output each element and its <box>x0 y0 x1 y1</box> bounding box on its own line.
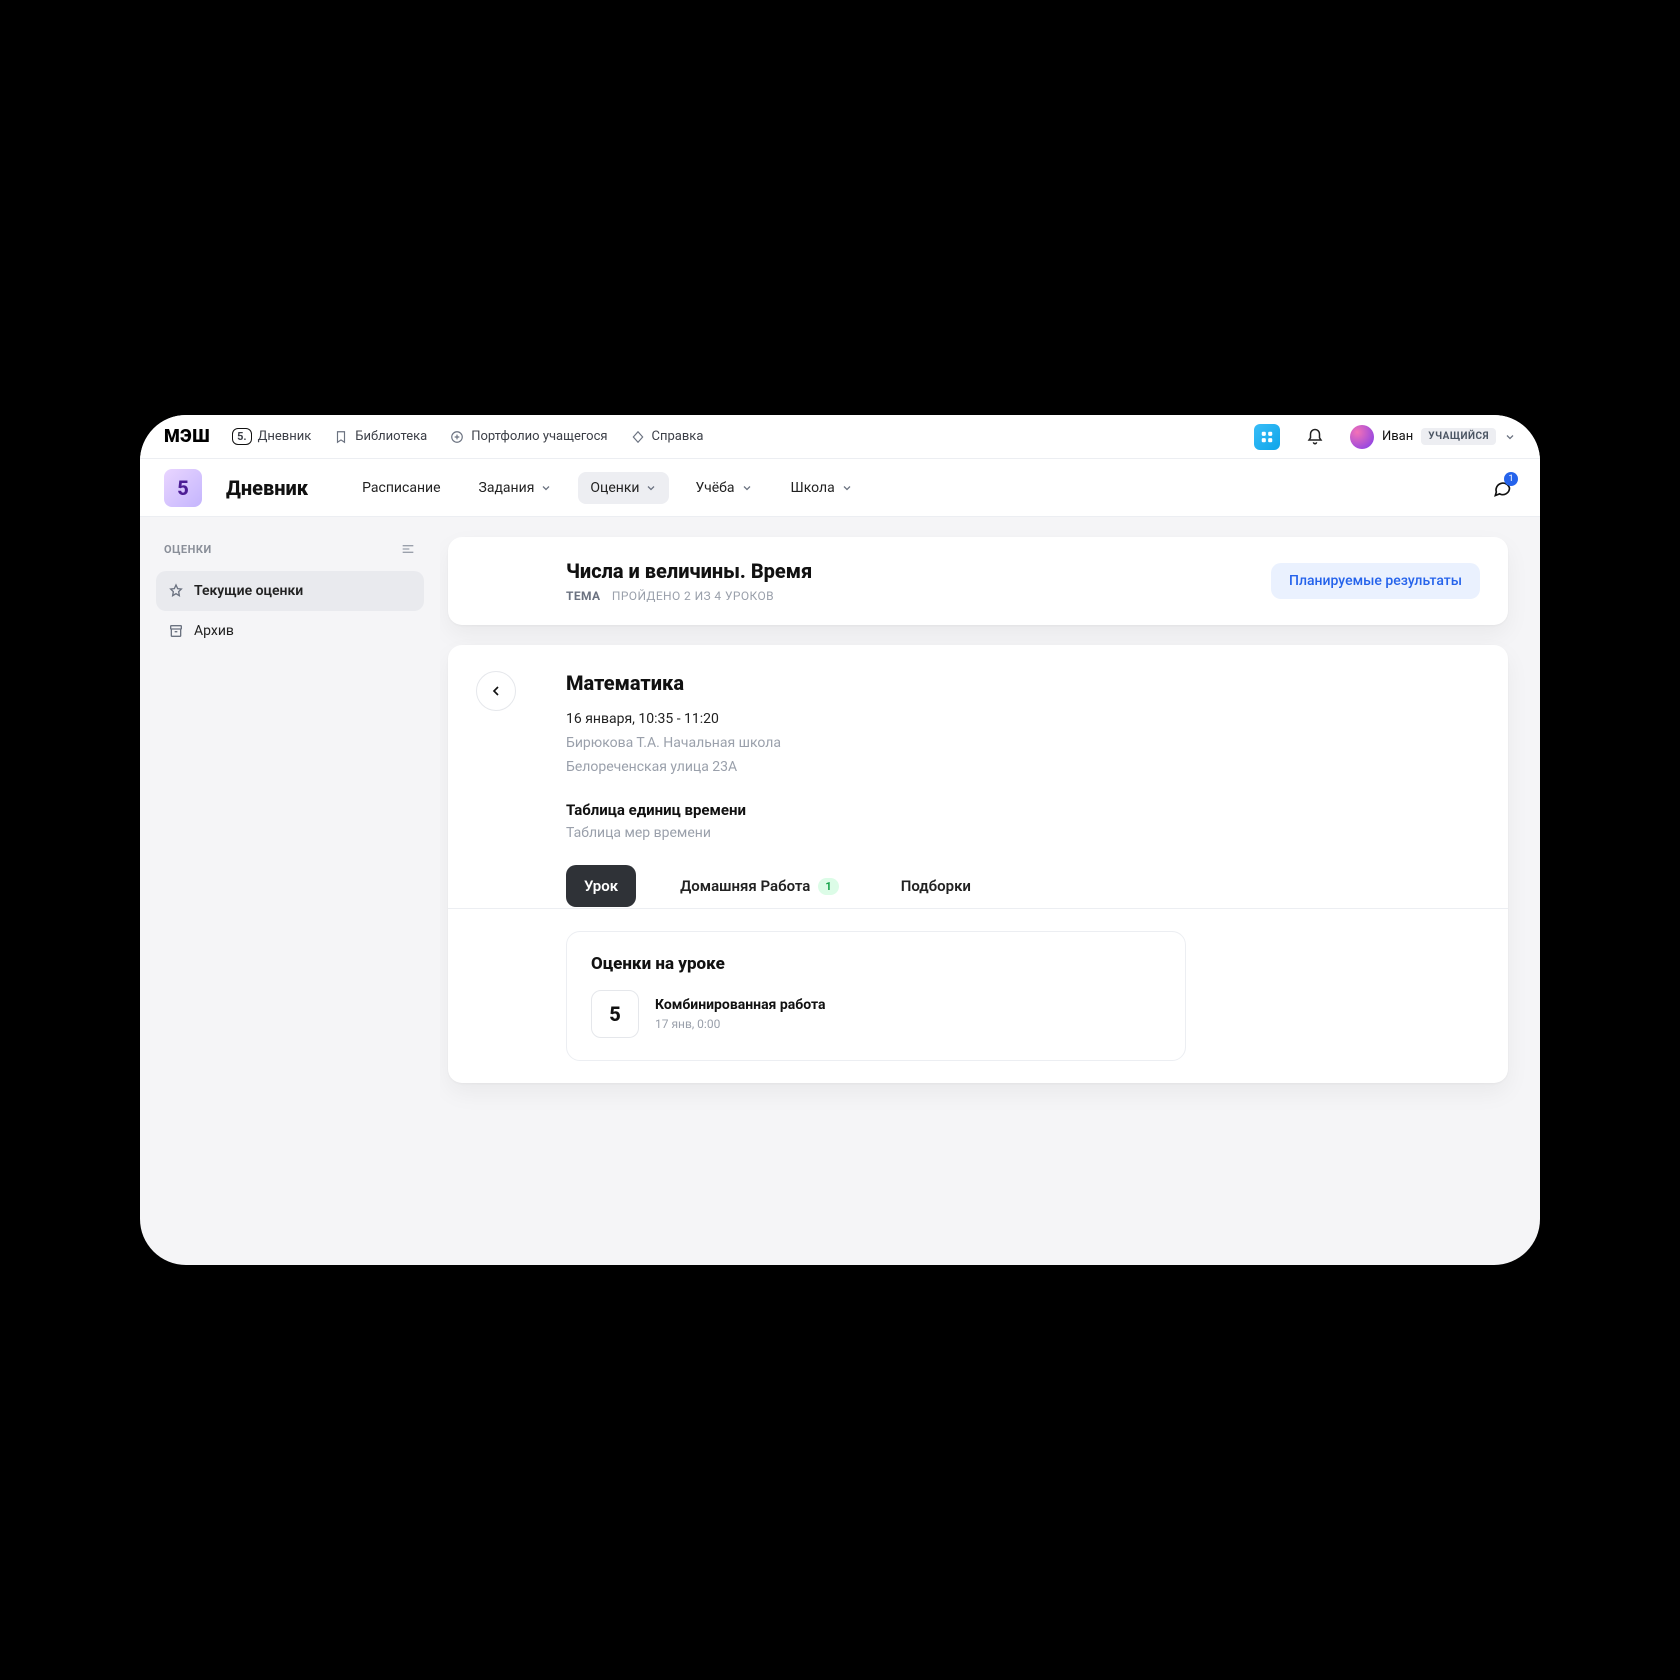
nav-schedule[interactable]: Расписание <box>350 472 452 504</box>
lesson-grades-section: Оценки на уроке 5 Комбинированная работа… <box>566 931 1480 1061</box>
archive-icon <box>168 623 184 639</box>
chevron-down-icon <box>645 482 657 494</box>
tab-label: Урок <box>584 877 618 895</box>
chevron-down-icon <box>841 482 853 494</box>
nav-label: Расписание <box>362 480 440 496</box>
nav-study[interactable]: Учёба <box>683 472 764 504</box>
sidebar-item-archive[interactable]: Архив <box>156 611 424 651</box>
nav-tasks[interactable]: Задания <box>467 472 565 504</box>
secondary-nav: 5 Дневник Расписание Задания Оценки Учёб… <box>140 459 1540 517</box>
grade-work-date: 17 янв, 0:00 <box>655 1017 825 1031</box>
lesson-theme-sub: Таблица мер времени <box>566 825 1480 841</box>
chevron-down-icon <box>540 482 552 494</box>
topnav-help[interactable]: Справка <box>630 429 704 445</box>
topic-title: Числа и величины. Время <box>566 559 812 583</box>
grade-value: 5 <box>591 990 639 1038</box>
topic-sub-label: ТЕМА <box>566 589 600 603</box>
main: Числа и величины. Время ТЕМА ПРОЙДЕНО 2 … <box>440 517 1540 1265</box>
lesson-theme-title: Таблица единиц времени <box>566 801 1480 819</box>
user-menu[interactable]: Иван УЧАЩИЙСЯ <box>1350 425 1516 449</box>
topnav-label: Библиотека <box>355 429 427 444</box>
user-role-badge: УЧАЩИЙСЯ <box>1421 428 1496 445</box>
tab-lesson[interactable]: Урок <box>566 865 636 907</box>
chevron-down-icon <box>1504 431 1516 443</box>
plus-circle-icon <box>449 429 465 445</box>
lesson-subject: Математика <box>566 671 1480 695</box>
topnav-portfolio[interactable]: Портфолио учащегося <box>449 429 607 445</box>
nav-school[interactable]: Школа <box>779 472 865 504</box>
app-badge: 5 <box>164 469 202 507</box>
chat-button[interactable]: 1 <box>1488 474 1516 502</box>
star-icon <box>168 583 184 599</box>
topnav-label: Дневник <box>258 429 312 444</box>
back-button[interactable] <box>476 671 516 711</box>
nav-label: Учёба <box>695 480 734 496</box>
diamond-icon <box>630 429 646 445</box>
topic-sub-text: ПРОЙДЕНО 2 ИЗ 4 УРОКОВ <box>612 589 774 603</box>
sidebar-item-label: Архив <box>194 623 234 639</box>
app-title: Дневник <box>226 476 308 500</box>
logo: МЭШ <box>164 426 210 447</box>
grade-text: Комбинированная работа 17 янв, 0:00 <box>655 997 825 1031</box>
body: ОЦЕНКИ Текущие оценки Архив <box>140 517 1540 1265</box>
lesson-body: Математика 16 января, 10:35 - 11:20 Бирю… <box>566 671 1480 841</box>
notifications-button[interactable] <box>1302 424 1328 450</box>
sidebar-item-label: Текущие оценки <box>194 583 303 599</box>
tab-badge: 1 <box>818 878 838 895</box>
sidebar-heading-text: ОЦЕНКИ <box>164 543 212 556</box>
grades-card: Оценки на уроке 5 Комбинированная работа… <box>566 931 1186 1061</box>
tab-label: Домашняя Работа <box>680 877 810 895</box>
lesson-card: Математика 16 января, 10:35 - 11:20 Бирю… <box>448 645 1508 1083</box>
lesson-tabs: Урок Домашняя Работа 1 Подборки <box>566 865 1480 908</box>
lesson-datetime: 16 января, 10:35 - 11:20 <box>566 711 1480 727</box>
divider <box>448 908 1508 909</box>
nav-label: Школа <box>791 480 835 496</box>
nav-grades[interactable]: Оценки <box>578 472 669 504</box>
user-name: Иван <box>1382 429 1413 444</box>
nav-label: Задания <box>479 480 535 496</box>
sidebar: ОЦЕНКИ Текущие оценки Архив <box>140 517 440 1265</box>
topic-subtitle: ТЕМА ПРОЙДЕНО 2 ИЗ 4 УРОКОВ <box>566 589 812 603</box>
topic-card: Числа и величины. Время ТЕМА ПРОЙДЕНО 2 … <box>448 537 1508 625</box>
sidebar-heading: ОЦЕНКИ <box>156 541 424 557</box>
topnav-label: Портфолио учащегося <box>471 429 607 444</box>
tab-label: Подборки <box>901 877 971 895</box>
planned-results-button[interactable]: Планируемые результаты <box>1271 563 1480 599</box>
lesson-teacher: Бирюкова Т.А. Начальная школа <box>566 735 1480 751</box>
topnav-label: Справка <box>652 429 704 444</box>
grades-title: Оценки на уроке <box>591 954 1161 974</box>
chevron-down-icon <box>741 482 753 494</box>
topic-info: Числа и величины. Время ТЕМА ПРОЙДЕНО 2 … <box>566 559 812 603</box>
tab-homework[interactable]: Домашняя Работа 1 <box>662 865 857 907</box>
chat-badge: 1 <box>1504 472 1518 486</box>
topnav-diary[interactable]: 5. Дневник <box>232 428 311 445</box>
collapse-icon[interactable] <box>400 541 416 557</box>
nav-label: Оценки <box>590 480 639 496</box>
badge-5-icon: 5. <box>232 428 252 445</box>
grade-work-title: Комбинированная работа <box>655 997 825 1013</box>
lesson-address: Белореченская улица 23А <box>566 759 1480 775</box>
avatar <box>1350 425 1374 449</box>
grade-row: 5 Комбинированная работа 17 янв, 0:00 <box>591 990 1161 1038</box>
sidebar-item-current-grades[interactable]: Текущие оценки <box>156 571 424 611</box>
apps-icon[interactable] <box>1254 424 1280 450</box>
app-window: МЭШ 5. Дневник Библиотека Портфолио учащ… <box>140 415 1540 1265</box>
topnav-library[interactable]: Библиотека <box>333 429 427 445</box>
bookmark-icon <box>333 429 349 445</box>
nav2-items: Расписание Задания Оценки Учёба Школа <box>350 472 865 504</box>
tab-collections[interactable]: Подборки <box>883 865 989 907</box>
topbar: МЭШ 5. Дневник Библиотека Портфолио учащ… <box>140 415 1540 459</box>
